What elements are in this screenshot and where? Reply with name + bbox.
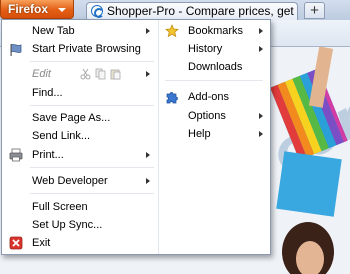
menu-item-label: Downloads xyxy=(188,61,243,73)
firefox-menu-button-label[interactable]: Firefox xyxy=(8,2,48,16)
menu-item-help[interactable]: Help xyxy=(159,125,271,143)
submenu-arrow-icon xyxy=(259,131,263,137)
menu-item-options[interactable]: Options xyxy=(159,107,271,125)
menu-item-label: Full Screen xyxy=(32,201,88,213)
menu-item-edit[interactable]: Edit xyxy=(2,65,158,83)
menu-item-history[interactable]: History xyxy=(159,40,271,58)
menu-item-bookmarks[interactable]: Bookmarks xyxy=(159,22,271,40)
dropdown-arrow-icon xyxy=(58,8,66,12)
menu-item-full-screen[interactable]: Full Screen xyxy=(2,198,158,216)
menu-item-label: Save Page As... xyxy=(32,112,111,124)
site-favicon-icon xyxy=(91,5,104,18)
tab-title: Shopper-Pro - Compare prices, get coup..… xyxy=(107,4,297,18)
browser-tab[interactable]: Shopper-Pro - Compare prices, get coup..… xyxy=(86,2,298,20)
submenu-arrow-icon xyxy=(146,71,150,77)
exit-icon xyxy=(9,236,23,250)
menu-item-save-page-as[interactable]: Save Page As... xyxy=(2,109,158,127)
submenu-arrow-icon xyxy=(146,178,150,184)
menu-item-label: Print... xyxy=(32,149,64,161)
menu-separator xyxy=(30,167,154,168)
new-tab-button[interactable]: + xyxy=(304,2,325,19)
menu-item-label: Web Developer xyxy=(32,175,108,187)
menu-item-label: New Tab xyxy=(32,25,75,37)
menu-separator xyxy=(30,105,154,106)
menu-item-send-link[interactable]: Send Link... xyxy=(2,127,158,145)
menu-item-label: Send Link... xyxy=(32,130,91,142)
menu-left-column: New Tab Start Private Browsing Edit Find… xyxy=(2,20,158,254)
menu-item-label: Edit xyxy=(32,68,51,80)
menu-item-label: Set Up Sync... xyxy=(32,219,103,231)
menu-item-label: History xyxy=(188,43,223,55)
menu-item-start-private-browsing[interactable]: Start Private Browsing xyxy=(2,40,158,58)
printer-icon xyxy=(9,148,23,162)
menu-item-print[interactable]: Print... xyxy=(2,146,158,164)
star-icon xyxy=(165,24,179,38)
puzzle-piece-icon xyxy=(166,92,178,104)
submenu-arrow-icon xyxy=(146,152,150,158)
menu-item-label: Find... xyxy=(32,87,63,99)
menu-separator xyxy=(30,193,154,194)
menu-item-web-developer[interactable]: Web Developer xyxy=(2,172,158,190)
menu-item-downloads[interactable]: Downloads xyxy=(159,58,271,76)
private-browsing-icon xyxy=(10,44,22,56)
menu-item-label: Add-ons xyxy=(188,91,229,103)
copy-icon[interactable] xyxy=(95,68,106,80)
firefox-app-menu: New Tab Start Private Browsing Edit Find… xyxy=(1,19,271,255)
menu-item-label: Start Private Browsing xyxy=(32,43,141,55)
paste-icon[interactable] xyxy=(110,68,121,80)
shopping-woman-photo xyxy=(270,47,348,274)
firefox-menu-button[interactable]: Firefox xyxy=(0,0,74,19)
submenu-arrow-icon xyxy=(259,28,263,34)
submenu-arrow-icon xyxy=(146,28,150,34)
menu-right-column: Bookmarks History Downloads Add-ons Opti… xyxy=(158,20,270,254)
submenu-arrow-icon xyxy=(259,46,263,52)
menu-item-exit[interactable]: Exit xyxy=(2,234,158,252)
menu-item-label: Exit xyxy=(32,237,51,249)
menu-item-add-ons[interactable]: Add-ons xyxy=(159,88,271,106)
cut-icon[interactable] xyxy=(80,68,91,80)
menu-item-set-up-sync[interactable]: Set Up Sync... xyxy=(2,216,158,234)
menu-separator xyxy=(165,80,263,81)
menu-item-label: Options xyxy=(188,110,226,122)
menu-item-find[interactable]: Find... xyxy=(2,84,158,102)
menu-item-new-tab[interactable]: New Tab xyxy=(2,22,158,40)
menu-separator xyxy=(30,61,154,62)
submenu-arrow-icon xyxy=(259,113,263,119)
menu-item-label: Bookmarks xyxy=(188,25,244,37)
title-bar: Firefox Shopper-Pro - Compare prices, ge… xyxy=(0,0,350,20)
menu-item-label: Help xyxy=(188,128,211,140)
